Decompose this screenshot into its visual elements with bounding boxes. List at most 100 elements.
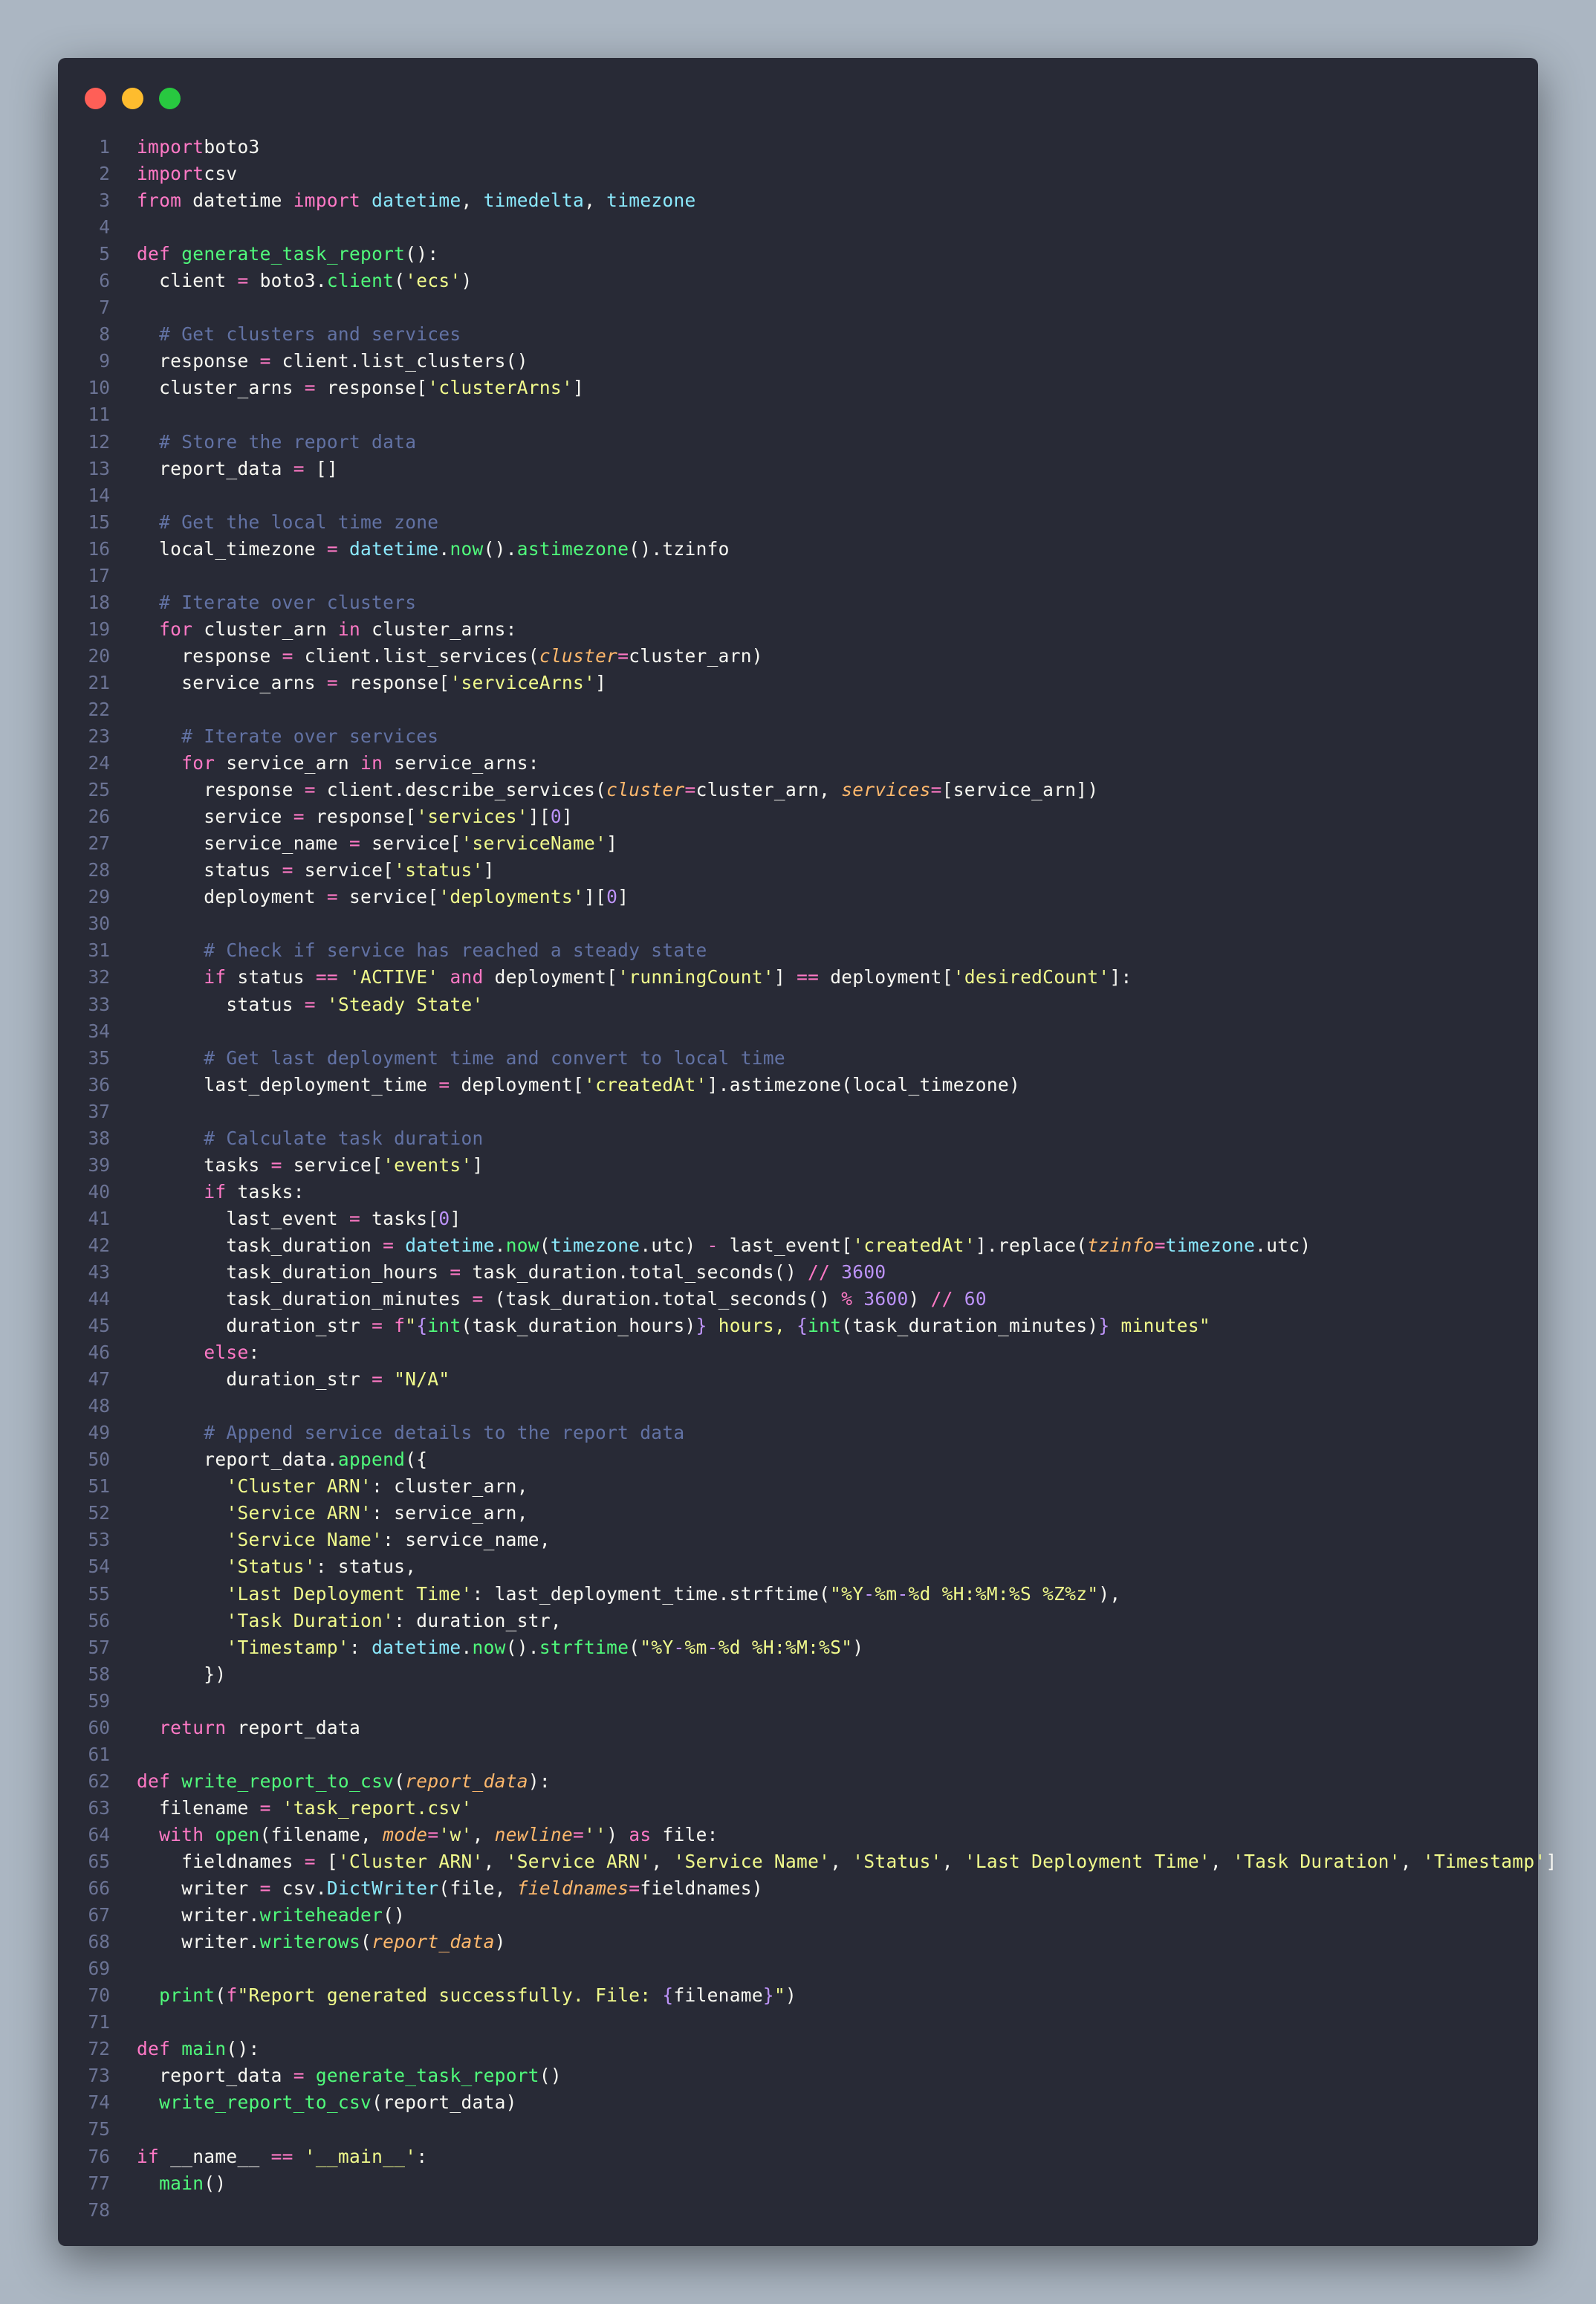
code-line: 31 # Check if service has reached a stea… xyxy=(58,937,1538,964)
code-token: last_deployment_time xyxy=(137,1073,439,1096)
code-token: response xyxy=(137,779,305,801)
code-token: = xyxy=(348,1207,361,1229)
code-text: from datetime import datetime, timedelta… xyxy=(137,187,696,214)
maximize-button[interactable] xyxy=(159,88,181,109)
code-token: import xyxy=(137,163,204,185)
code-token: cluster xyxy=(606,779,685,801)
code-text: writer = csv.DictWriter(file, fieldnames… xyxy=(137,1875,763,1902)
code-token: ( xyxy=(629,1636,640,1658)
code-token: fieldnames xyxy=(137,1851,305,1872)
code-token: = xyxy=(293,806,305,828)
code-token: task_duration.total_seconds() xyxy=(461,1261,808,1283)
code-text: cluster_arns = response['clusterArns'] xyxy=(137,375,584,401)
line-number: 47 xyxy=(88,1368,110,1391)
code-line: 51 'Cluster ARN': cluster_arn, xyxy=(58,1473,1538,1500)
line-number: 14 xyxy=(88,484,110,506)
code-text: 'Cluster ARN': cluster_arn, xyxy=(137,1473,528,1500)
code-token: write_report_to_csv xyxy=(159,2091,372,2114)
code-token: now xyxy=(472,1636,506,1658)
code-token: = xyxy=(326,671,338,693)
line-number: 77 xyxy=(88,2172,110,2194)
code-token: 0 xyxy=(438,1207,450,1229)
code-token: = xyxy=(617,644,629,667)
code-token: '__main__' xyxy=(304,2145,417,2167)
code-token: main xyxy=(159,2172,204,2194)
code-token: writer xyxy=(137,1877,260,1900)
code-token: : duration_str, xyxy=(394,1609,562,1631)
code-line: 18 # Iterate over clusters xyxy=(58,589,1538,616)
code-token: fieldnames xyxy=(516,1877,629,1900)
code-text: for cluster_arn in cluster_arns: xyxy=(137,616,517,643)
code-token: 'ecs' xyxy=(405,270,461,292)
code-token: { xyxy=(662,1984,674,2007)
code-token: report_data xyxy=(226,1716,361,1738)
line-number: 52 xyxy=(88,1502,110,1524)
code-editor[interactable]: 1 importboto3 2 importcsv 3 from datetime imp… xyxy=(58,134,1557,2224)
line-number: 57 xyxy=(88,1636,110,1658)
code-token: .utc) xyxy=(640,1234,707,1256)
code-token: client.list_services( xyxy=(293,644,539,667)
code-line: 36 last_deployment_time = deployment['cr… xyxy=(58,1072,1538,1098)
code-text: duration_str = "N/A" xyxy=(137,1366,450,1393)
code-token: } xyxy=(695,1315,707,1337)
code-line: 75 xyxy=(58,2116,1538,2143)
minimize-button[interactable] xyxy=(122,88,143,109)
code-token: cluster_arn) xyxy=(629,644,763,667)
code-line: 45 duration_str = f"{int(task_duration_h… xyxy=(58,1313,1538,1339)
code-line: 5 def generate_task_report(): xyxy=(58,241,1538,268)
line-number: 56 xyxy=(88,1609,110,1631)
line-number: 3 xyxy=(99,190,110,212)
code-token: cluster_arn, xyxy=(695,779,842,801)
code-token: , xyxy=(483,1851,506,1872)
close-button[interactable] xyxy=(85,88,106,109)
code-token: ] xyxy=(561,806,574,828)
code-line: 68 writer.writerows(report_data) xyxy=(58,1929,1538,1955)
code-text: response = client.list_clusters() xyxy=(137,348,528,375)
line-number: 46 xyxy=(88,1342,110,1364)
code-token: == xyxy=(797,966,820,988)
code-line: 19 for cluster_arn in cluster_arns: xyxy=(58,616,1538,643)
code-token: % xyxy=(841,1288,853,1310)
code-token: 'createdAt' xyxy=(584,1073,707,1096)
line-number: 72 xyxy=(88,2038,110,2060)
code-token: report_data xyxy=(137,457,293,479)
line-number: 49 xyxy=(88,1422,110,1444)
code-text: def write_report_to_csv(report_data): xyxy=(137,1768,551,1795)
line-number: 20 xyxy=(88,644,110,667)
code-token: }) xyxy=(137,1663,227,1685)
code-line: 47 duration_str = "N/A" xyxy=(58,1366,1538,1393)
code-line: 1 importboto3 xyxy=(58,134,1538,161)
code-line: 67 writer.writeheader() xyxy=(58,1902,1538,1929)
code-line: 73 report_data = generate_task_report() xyxy=(58,2062,1538,2089)
code-token: 'deployments' xyxy=(438,886,585,908)
line-number: 68 xyxy=(88,1931,110,1953)
line-number: 11 xyxy=(88,404,110,426)
line-number: 39 xyxy=(88,1153,110,1176)
code-token: filename xyxy=(137,1796,260,1819)
code-token: = xyxy=(293,2065,305,2087)
code-token: report_data xyxy=(372,1931,495,1953)
code-token: timezone xyxy=(606,190,696,212)
code-token: # Get the local time zone xyxy=(137,511,439,533)
code-token: = xyxy=(259,1877,271,1900)
code-text: response = client.describe_services(clus… xyxy=(137,777,1098,803)
code-line: 57 'Timestamp': datetime.now().strftime(… xyxy=(58,1634,1538,1661)
code-token: datetime xyxy=(372,1636,461,1658)
code-token: = xyxy=(573,1823,585,1845)
code-token: = xyxy=(348,832,361,855)
code-token: writerows xyxy=(259,1931,361,1953)
line-number: 15 xyxy=(88,511,110,533)
code-token: f xyxy=(394,1315,406,1337)
code-text: write_report_to_csv(report_data) xyxy=(137,2089,517,2116)
code-token: import xyxy=(293,190,361,212)
line-number: 18 xyxy=(88,591,110,613)
code-token: %d %H:%M:%S %Z%z" xyxy=(908,1582,1099,1605)
code-token: = xyxy=(237,270,249,292)
code-token: = xyxy=(438,1073,450,1096)
code-token: (filename, xyxy=(259,1823,383,1845)
code-token: deployment xyxy=(137,886,327,908)
